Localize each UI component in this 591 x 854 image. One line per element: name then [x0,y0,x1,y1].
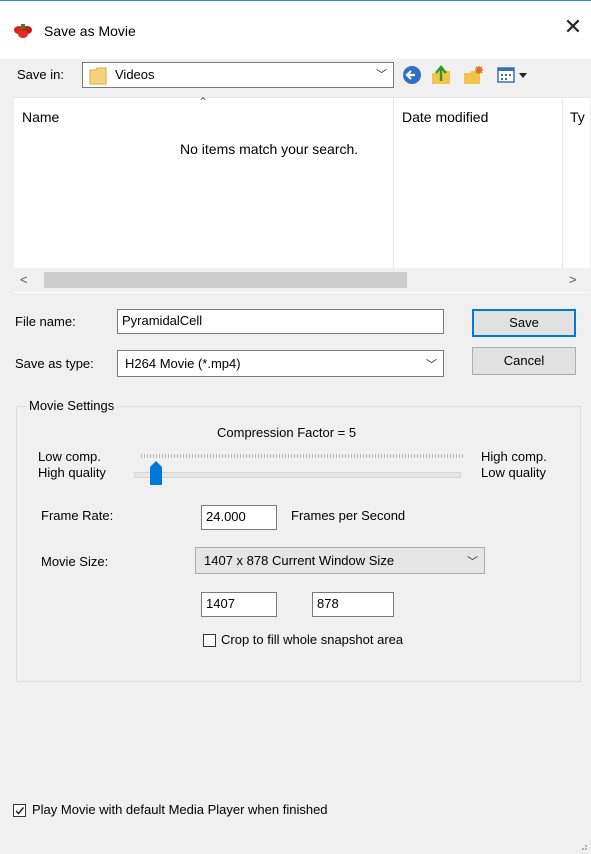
up-folder-icon[interactable] [430,64,452,86]
checkmark-icon [15,807,25,815]
save-in-dropdown[interactable]: Videos ﹀ [82,62,394,88]
view-menu-icon[interactable] [497,65,533,85]
compression-slider-thumb[interactable] [149,460,163,486]
file-name-input[interactable]: PyramidalCell [117,309,444,334]
column-header-name[interactable]: Name [22,109,59,125]
save-in-value: Videos [115,67,155,82]
slider-ticks [141,454,463,458]
save-type-value: H264 Movie (*.mp4) [125,356,241,371]
chevron-down-icon: ﹀ [426,359,437,371]
column-header-date-modified[interactable]: Date modified [402,109,488,125]
play-movie-label: Play Movie with default Media Player whe… [32,802,328,817]
chevron-down-icon: ﹀ [467,556,478,568]
scrollbar-thumb[interactable] [44,272,407,288]
movie-settings-label: Movie Settings [26,398,118,413]
play-movie-checkbox[interactable] [13,804,26,817]
movie-size-label: Movie Size: [41,554,109,569]
folder-icon [89,67,107,85]
chevron-down-icon: ﹀ [376,69,387,81]
high-quality-label: High quality [38,465,106,480]
column-separator [393,98,394,268]
file-name-label: File name: [15,314,76,329]
scroll-right-icon[interactable]: > [569,272,577,287]
cancel-button[interactable]: Cancel [472,347,576,375]
height-input[interactable]: 878 [312,592,394,617]
column-header-type[interactable]: Ty [570,109,591,125]
movie-size-value: 1407 x 878 Current Window Size [204,553,395,568]
close-button[interactable]: ✕ [562,16,584,38]
save-in-label: Save in: [17,67,64,82]
low-quality-label: Low quality [481,465,547,480]
window-title: Save as Movie [44,23,136,39]
resize-grip-icon[interactable] [578,841,588,851]
movie-size-dropdown[interactable]: 1407 x 878 Current Window Size ﹀ [195,547,485,574]
frame-rate-label: Frame Rate: [41,508,114,523]
empty-list-message: No items match your search. [180,141,359,157]
sort-arrow-icon: ⌃ [198,95,209,109]
low-comp-label: Low comp. [38,449,101,464]
compression-factor-label: Compression Factor = 5 [217,425,357,440]
compression-slider-track[interactable] [134,472,461,478]
horizontal-scrollbar[interactable] [14,268,591,292]
save-button[interactable]: Save [472,309,576,337]
width-input[interactable]: 1407 [201,592,277,617]
frame-rate-input[interactable]: 24.000 [201,505,277,530]
column-separator [562,98,563,268]
scroll-left-icon[interactable]: < [20,272,28,287]
file-list[interactable] [14,97,590,293]
high-comp-label: High comp. [481,449,547,464]
save-type-dropdown[interactable]: H264 Movie (*.mp4) ﹀ [117,350,444,377]
crop-checkbox[interactable] [203,634,216,647]
back-arrow-icon[interactable] [402,65,422,85]
app-flower-icon [14,24,32,38]
save-type-label: Save as type: [15,356,94,371]
crop-label: Crop to fill whole snapshot area [221,632,404,647]
frame-rate-unit: Frames per Second [291,508,406,523]
new-folder-icon[interactable] [462,64,486,86]
